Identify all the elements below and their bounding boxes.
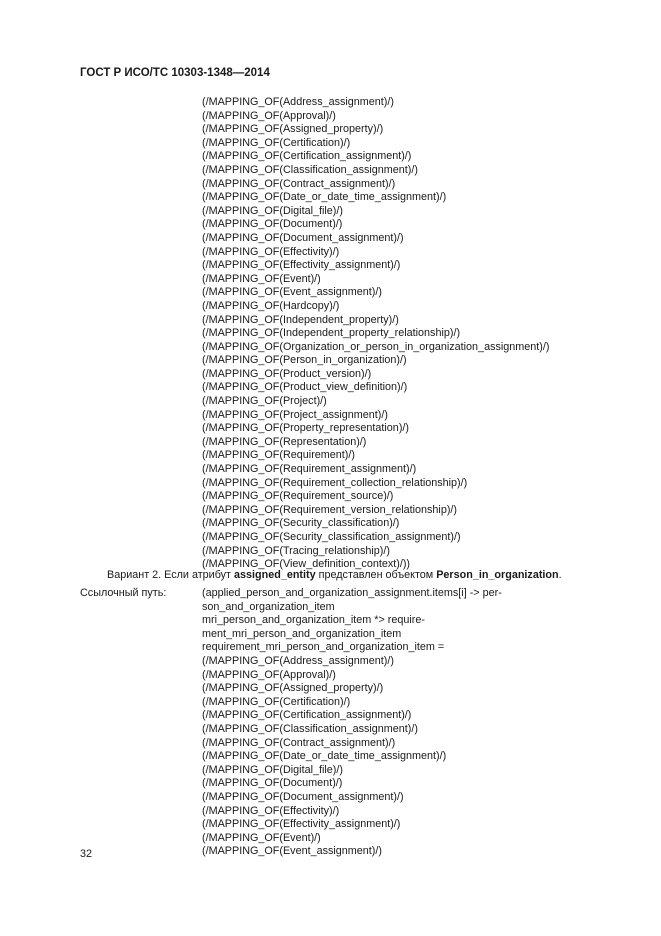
variant-prefix: Вариант 2. Если атрибут	[107, 569, 235, 581]
mapping-line: (/MAPPING_OF(Contract_assignment)/)	[202, 177, 396, 190]
variant-middle: представлен объектом	[315, 569, 437, 581]
mapping-line: (/MAPPING_OF(Document)/)	[202, 218, 343, 231]
mapping-line: (/MAPPING_OF(Requirement_source)/)	[202, 490, 394, 503]
mapping-line: (/MAPPING_OF(Hardcopy)/)	[202, 299, 340, 312]
mapping-line: (/MAPPING_OF(Address_assignment)/)	[202, 96, 394, 108]
mapping-line: (/MAPPING_OF(Certification_assignment)/)	[202, 709, 412, 722]
mapping-line: (/MAPPING_OF(Certification)/)	[202, 695, 351, 708]
mapping-line: (/MAPPING_OF(Requirement_collection_rela…	[202, 476, 468, 489]
mapping-line: (/MAPPING_OF(Effectivity_assignment)/)	[202, 818, 401, 831]
mapping-line: (/MAPPING_OF(Classification_assignment)/…	[202, 163, 418, 176]
mapping-line: (/MAPPING_OF(Digital_file)/)	[202, 763, 343, 776]
mapping-line: (/MAPPING_OF(Digital_file)/)	[202, 204, 343, 217]
mapping-line: requirement_mri_person_and_organization_…	[202, 641, 445, 654]
reference-path-lines: (applied_person_and_organization_assignm…	[202, 587, 502, 859]
document-header: ГОСТ Р ИСО/ТС 10303-1348—2014	[80, 67, 270, 79]
mapping-line: mri_person_and_organization_item *> requ…	[202, 614, 425, 627]
mapping-line: (/MAPPING_OF(Approval)/)	[202, 668, 336, 681]
mapping-line: (applied_person_and_organization_assignm…	[202, 587, 502, 599]
mapping-line: (/MAPPING_OF(Document_assignment)/)	[202, 231, 404, 244]
mapping-line: (/MAPPING_OF(Requirement_assignment)/)	[202, 463, 417, 476]
mapping-list-variant-1: (/MAPPING_OF(Address_assignment)/) (/MAPP…	[202, 96, 549, 572]
mapping-line: (/MAPPING_OF(Event)/)	[202, 272, 321, 285]
mapping-line: (/MAPPING_OF(Document)/)	[202, 777, 343, 790]
mapping-line: ment_mri_person_and_organization_item	[202, 627, 402, 640]
mapping-line: (/MAPPING_OF(Event)/)	[202, 831, 321, 844]
mapping-line: (/MAPPING_OF(Classification_assignment)/…	[202, 722, 418, 735]
mapping-line: (/MAPPING_OF(Contract_assignment)/)	[202, 736, 396, 749]
mapping-line: (/MAPPING_OF(Assigned_property)/)	[202, 682, 384, 695]
variant-suffix: .	[558, 569, 562, 581]
mapping-line: (/MAPPING_OF(Event_assignment)/)	[202, 286, 382, 299]
mapping-line: (/MAPPING_OF(Date_or_date_time_assignmen…	[202, 750, 447, 763]
mapping-line: (/MAPPING_OF(Product_version)/)	[202, 367, 372, 380]
mapping-line: (/MAPPING_OF(Property_representation)/)	[202, 422, 410, 435]
mapping-line: son_and_organization_item	[202, 600, 335, 613]
mapping-line: (/MAPPING_OF(Tracing_relationship)/)	[202, 544, 390, 557]
mapping-line: (/MAPPING_OF(Event_assignment)/)	[202, 845, 382, 858]
mapping-line: (/MAPPING_OF(Product_view_definition)/)	[202, 381, 408, 394]
mapping-line: (/MAPPING_OF(Certification_assignment)/)	[202, 150, 412, 163]
mapping-line: (/MAPPING_OF(Assigned_property)/)	[202, 123, 384, 136]
mapping-line: (/MAPPING_OF(Project)/)	[202, 395, 327, 408]
reference-path-label: Ссылочный путь:	[80, 587, 167, 599]
entity-name: Person_in_organization	[436, 569, 559, 581]
mapping-line: (/MAPPING_OF(Certification)/)	[202, 136, 351, 149]
mapping-line: (/MAPPING_OF(Security_classification)/)	[202, 517, 400, 530]
mapping-line: (/MAPPING_OF(Independent_property_relati…	[202, 327, 461, 340]
variant-heading: Вариант 2. Если атрибут assigned_entity …	[107, 569, 562, 581]
mapping-line: (/MAPPING_OF(Organization_or_person_in_o…	[202, 340, 550, 353]
mapping-line: (/MAPPING_OF(Address_assignment)/)	[202, 654, 394, 667]
mapping-line: (/MAPPING_OF(Approval)/)	[202, 109, 336, 122]
mapping-line: (/MAPPING_OF(Requirement)/)	[202, 449, 355, 462]
mapping-line: (/MAPPING_OF(Effectivity)/)	[202, 804, 340, 817]
mapping-line: (/MAPPING_OF(Document_assignment)/)	[202, 790, 404, 803]
mapping-line: (/MAPPING_OF(Person_in_organization)/)	[202, 354, 407, 367]
mapping-line: (/MAPPING_OF(Independent_property)/)	[202, 313, 399, 326]
page-number: 32	[80, 848, 93, 860]
mapping-line: (/MAPPING_OF(Effectivity_assignment)/)	[202, 259, 401, 272]
mapping-line: (/MAPPING_OF(Requirement_version_relatio…	[202, 503, 458, 516]
attribute-name: assigned_entity	[234, 569, 316, 581]
mapping-line: (/MAPPING_OF(Security_classification_ass…	[202, 531, 461, 543]
mapping-line: (/MAPPING_OF(Representation)/)	[202, 435, 367, 448]
mapping-line: (/MAPPING_OF(Effectivity)/)	[202, 245, 340, 258]
mapping-line: (/MAPPING_OF(Project_assignment)/)	[202, 408, 388, 421]
mapping-line: (/MAPPING_OF(Date_or_date_time_assignmen…	[202, 191, 447, 204]
